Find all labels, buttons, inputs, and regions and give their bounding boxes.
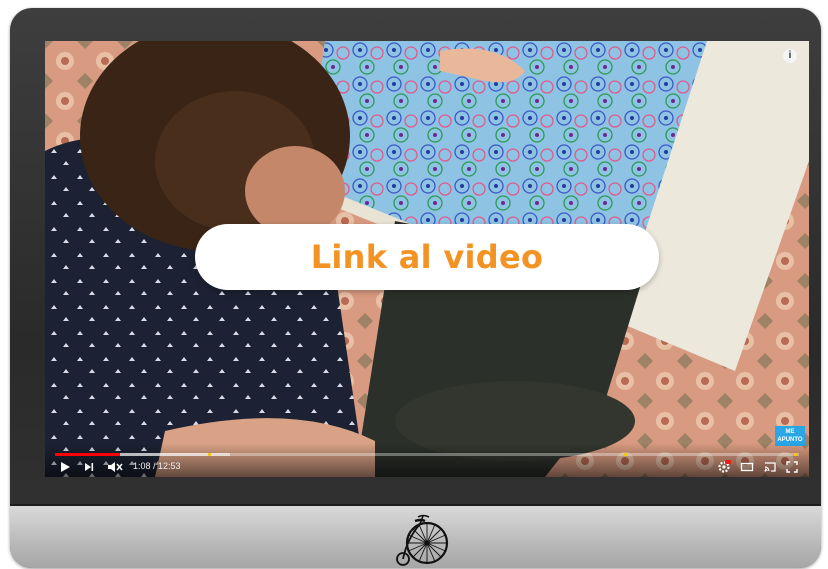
video-player[interactable]: i Link al video ME APUNTO 1:08 / 12:53	[45, 41, 809, 477]
fullscreen-icon[interactable]	[785, 460, 799, 474]
info-icon[interactable]: i	[783, 49, 797, 63]
play-icon[interactable]	[59, 460, 71, 474]
monitor-frame: i Link al video ME APUNTO 1:08 / 12:53	[10, 8, 821, 568]
theater-mode-icon[interactable]	[740, 460, 754, 474]
video-link-label: Link al video	[310, 238, 544, 276]
progress-bar[interactable]	[55, 453, 799, 456]
cast-icon[interactable]	[763, 460, 777, 474]
next-icon[interactable]	[83, 460, 95, 474]
settings-hd-icon[interactable]	[717, 460, 731, 474]
chapter-marker	[793, 453, 797, 456]
time-display: 1:08 / 12:53	[133, 461, 181, 471]
video-link-button[interactable]: Link al video	[195, 224, 659, 290]
chapter-marker	[207, 453, 211, 456]
volume-muted-icon[interactable]	[107, 460, 123, 474]
chapter-marker	[624, 453, 628, 456]
player-controls: 1:08 / 12:53	[45, 443, 809, 477]
penny-farthing-bicycle-icon	[396, 514, 449, 566]
played-bar	[55, 453, 121, 456]
badge-line-1: ME	[785, 429, 795, 435]
